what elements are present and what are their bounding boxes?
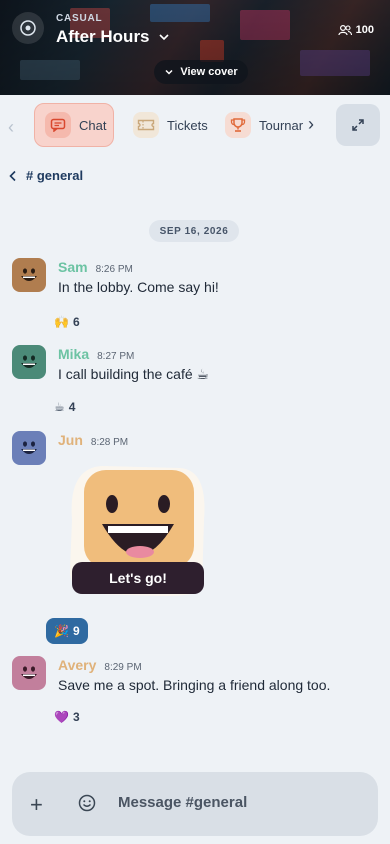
tab-tickets[interactable]: Tickets xyxy=(123,103,213,147)
chevron-down-icon xyxy=(165,69,173,75)
channel-name: # general xyxy=(26,168,84,183)
message-time: 8:29 PM xyxy=(104,662,142,673)
member-count-value: 100 xyxy=(355,24,374,36)
sticker-caption-box: Let's go! xyxy=(72,562,204,594)
message-author[interactable]: Avery xyxy=(58,657,96,673)
chevron-left-icon xyxy=(9,170,16,181)
avatar[interactable] xyxy=(12,656,46,690)
add-attachment-icon[interactable]: + xyxy=(30,792,43,818)
reaction-badge[interactable]: 💜 3 xyxy=(54,710,80,724)
tabs-scroll-right-icon[interactable]: › xyxy=(308,114,314,135)
message-author[interactable]: Mika xyxy=(58,346,89,362)
sticker-image[interactable]: Let's go! xyxy=(62,460,212,598)
purple-heart-icon: 💜 xyxy=(54,710,69,724)
server-category: CASUAL xyxy=(56,13,103,24)
member-count[interactable]: 100 xyxy=(338,24,374,36)
message-input[interactable] xyxy=(118,794,358,811)
reaction-badge[interactable]: 🙌 6 xyxy=(54,315,80,329)
view-cover-button[interactable]: View cover xyxy=(154,60,248,84)
channel-back-link[interactable]: # general xyxy=(8,168,83,183)
expand-icon xyxy=(352,119,364,131)
reaction-count: 6 xyxy=(72,315,80,329)
chat-icon xyxy=(45,112,71,138)
tab-tournaments[interactable]: Tournar xyxy=(215,103,307,147)
tab-tickets-label: Tickets xyxy=(167,117,208,133)
coffee-icon: ☕ xyxy=(54,400,65,414)
tab-chat[interactable]: Chat xyxy=(34,103,114,147)
message-text: I call building the café ☕ xyxy=(58,366,210,382)
party-popper-icon: 🎉 xyxy=(54,624,69,638)
server-logo-icon[interactable] xyxy=(12,12,44,44)
reaction-badge[interactable]: ☕ 4 xyxy=(54,400,75,414)
server-title-text: After Hours xyxy=(56,27,150,46)
avatar[interactable] xyxy=(12,431,46,465)
message-time: 8:28 PM xyxy=(90,437,129,448)
ticket-icon xyxy=(133,112,159,138)
avatar[interactable] xyxy=(12,258,46,292)
tab-chat-label: Chat xyxy=(79,117,107,133)
message-time: 8:27 PM xyxy=(97,351,135,362)
expand-button[interactable] xyxy=(336,104,380,146)
raising-hands-icon: 🙌 xyxy=(54,315,69,329)
reaction-count: 9 xyxy=(72,624,80,638)
message-author[interactable]: Sam xyxy=(58,259,88,275)
message-text: Save me a spot. Bringing a friend along … xyxy=(58,677,331,693)
reaction-count: 4 xyxy=(68,400,76,414)
chevron-down-icon xyxy=(158,34,169,41)
message-text: In the lobby. Come say hi! xyxy=(58,279,219,295)
view-cover-label: View cover xyxy=(180,66,238,78)
message-time: 8:26 PM xyxy=(95,264,133,275)
reaction-count: 3 xyxy=(72,710,80,724)
sticker-caption: Let's go! xyxy=(109,570,167,586)
trophy-icon xyxy=(225,112,251,138)
channel-cover-header: CASUAL After Hours 100 View cover xyxy=(0,0,390,95)
members-icon xyxy=(338,24,352,36)
message-composer: + xyxy=(12,772,378,836)
avatar[interactable] xyxy=(12,345,46,379)
server-title[interactable]: After Hours xyxy=(56,27,170,47)
message-author[interactable]: Jun xyxy=(58,432,83,448)
reaction-badge-active[interactable]: 🎉 9 xyxy=(46,618,88,644)
date-divider: SEP 16, 2026 xyxy=(149,220,239,242)
tab-tournaments-label: Tournar xyxy=(259,117,304,133)
emoji-picker-icon[interactable] xyxy=(78,794,96,817)
channel-tabs: ‹ Chat Tickets Tournar › xyxy=(0,95,390,155)
tabs-scroll-left-icon[interactable]: ‹ xyxy=(8,117,14,138)
